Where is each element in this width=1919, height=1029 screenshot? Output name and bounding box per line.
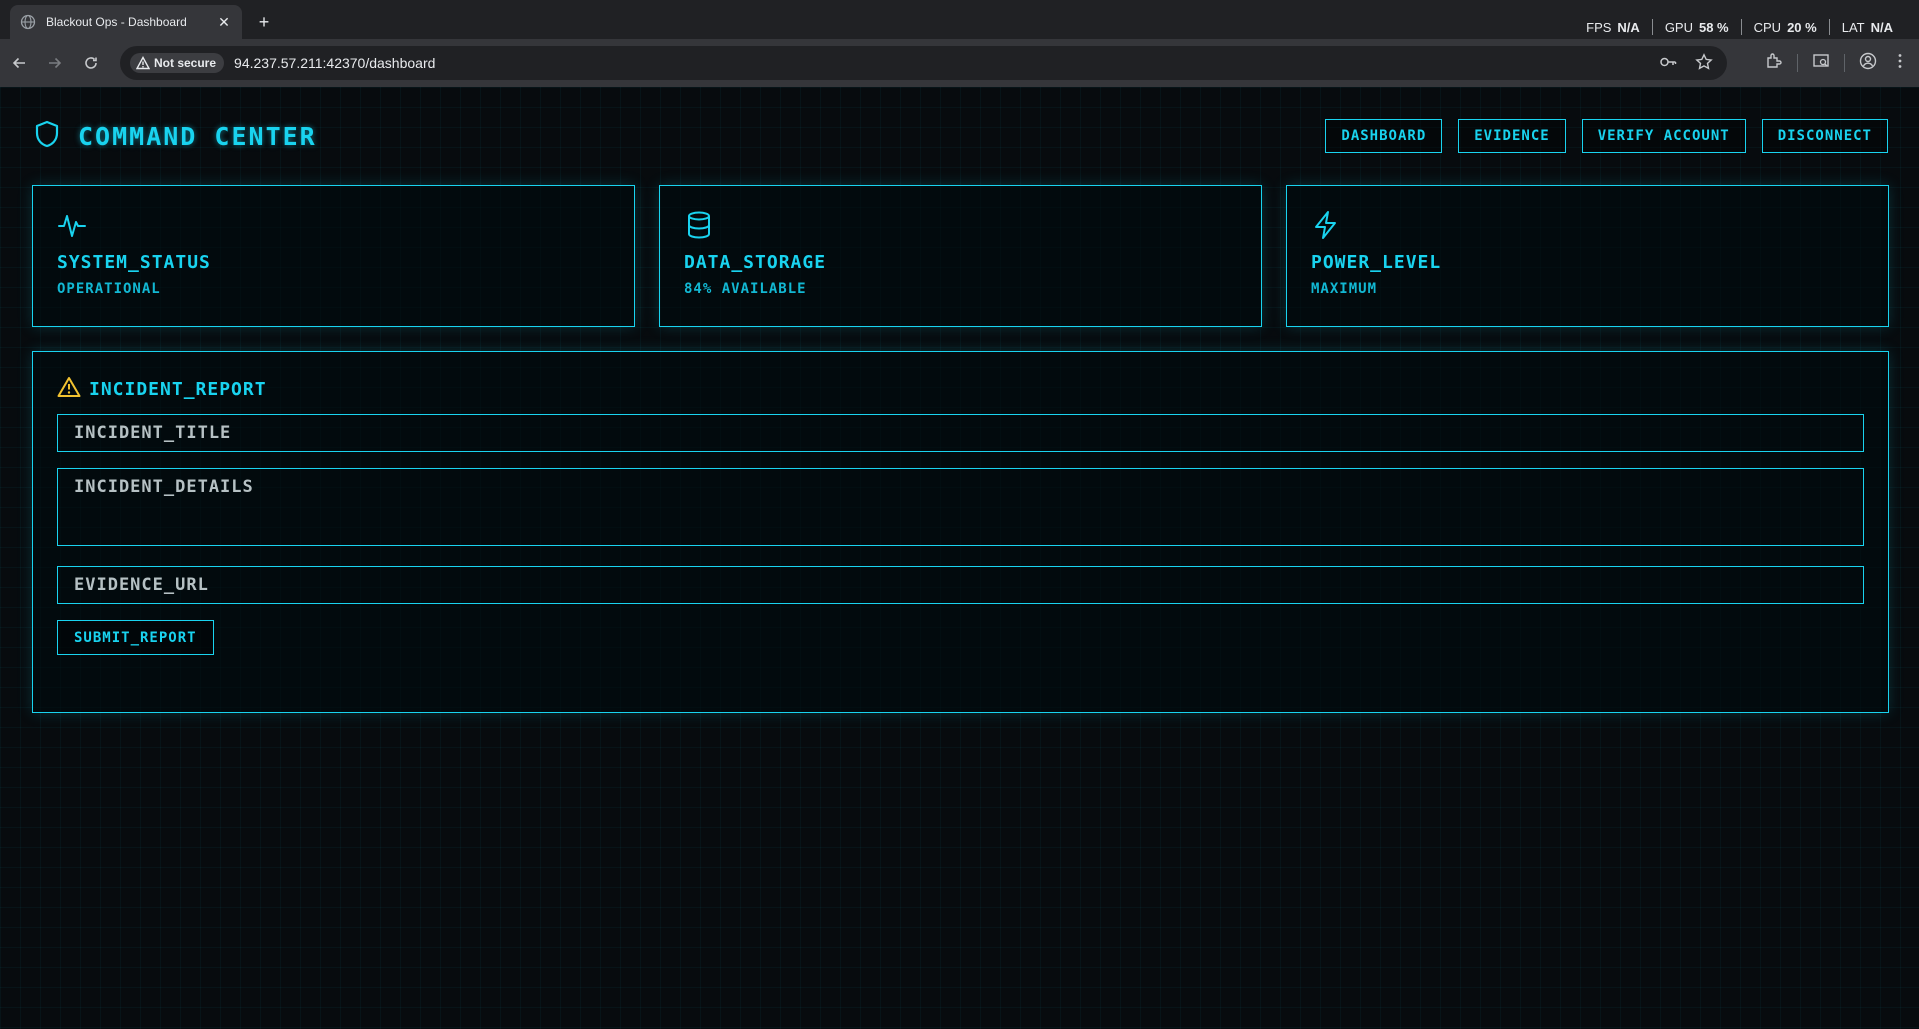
browser-tab[interactable]: Blackout Ops - Dashboard ✕ [10,5,242,39]
lightning-icon [1311,210,1341,240]
incident-details-textarea[interactable] [57,468,1864,546]
url-text: 94.237.57.211:42370/dashboard [234,55,436,71]
key-icon[interactable] [1659,53,1677,74]
perf-cpu: CPU 20 % [1740,19,1829,35]
close-icon[interactable]: ✕ [216,14,232,30]
performance-stats: FPS N/A GPU 58 % CPU 20 % LAT N/A [1574,14,1905,40]
incident-header: INCIDENT_REPORT [57,376,1864,402]
security-chip[interactable]: Not secure [130,53,225,73]
card-subtitle: MAXIMUM [1311,281,1378,297]
new-tab-button[interactable]: + [252,10,276,34]
card-subtitle: 84% AVAILABLE [684,281,807,297]
card-title: POWER_LEVEL [1311,252,1442,273]
tab-title: Blackout Ops - Dashboard [46,15,187,29]
perf-lat: LAT N/A [1828,19,1905,35]
reload-icon [85,57,97,69]
status-cards: SYSTEM_STATUS OPERATIONAL DATA_STORAGE 8… [32,185,1889,327]
tab-search-icon[interactable] [1812,52,1830,75]
incident-title: INCIDENT_REPORT [89,378,267,400]
top-nav: DASHBOARD EVIDENCE VERIFY ACCOUNT DISCON… [1325,119,1888,153]
toolbar-divider [1797,54,1798,72]
back-button[interactable] [2,46,36,80]
warning-triangle-icon [57,376,81,402]
perf-gpu: GPU 58 % [1651,19,1741,35]
menu-dots-icon[interactable] [1891,52,1909,75]
incident-title-input[interactable] [57,414,1864,452]
profile-icon[interactable] [1859,52,1877,75]
evidence-url-input[interactable] [57,566,1864,604]
nav-verify-account-button[interactable]: VERIFY ACCOUNT [1581,119,1746,153]
arrow-left-icon [12,57,25,69]
warning-icon [136,56,150,70]
nav-evidence-button[interactable]: EVIDENCE [1458,119,1566,153]
data-storage-card: DATA_STORAGE 84% AVAILABLE [659,185,1262,327]
submit-report-button[interactable]: SUBMIT_REPORT [57,620,214,655]
toolbar-divider [1844,54,1845,72]
card-title: SYSTEM_STATUS [57,252,211,273]
nav-dashboard-button[interactable]: DASHBOARD [1325,119,1443,153]
browser-titlebar: Blackout Ops - Dashboard ✕ + FPS N/A GPU 5… [0,0,1919,39]
bookmark-star-icon[interactable] [1695,52,1713,74]
card-title: DATA_STORAGE [684,252,827,273]
extensions-icon[interactable] [1765,52,1783,75]
card-subtitle: OPERATIONAL [57,281,161,297]
activity-icon [57,210,87,240]
reload-button[interactable] [74,46,108,80]
address-bar[interactable]: Not secure 94.237.57.211:42370/dashboard [120,46,1727,80]
globe-icon [20,14,36,30]
browser-toolbar: Not secure 94.237.57.211:42370/dashboard [0,39,1919,87]
perf-fps: FPS N/A [1586,19,1640,35]
page-title: COMMAND CENTER [78,121,317,151]
forward-button[interactable] [38,46,72,80]
incident-report-panel: INCIDENT_REPORT SUBMIT_REPORT [32,351,1889,713]
power-level-card: POWER_LEVEL MAXIMUM [1286,185,1889,327]
database-icon [684,210,714,240]
system-status-card: SYSTEM_STATUS OPERATIONAL [32,185,635,327]
shield-icon [32,119,62,153]
nav-disconnect-button[interactable]: DISCONNECT [1761,119,1888,153]
arrow-right-icon [49,57,62,69]
dashboard-page: COMMAND CENTER DASHBOARD EVIDENCE VERIFY… [0,87,1919,1029]
app-header: COMMAND CENTER [32,119,317,153]
